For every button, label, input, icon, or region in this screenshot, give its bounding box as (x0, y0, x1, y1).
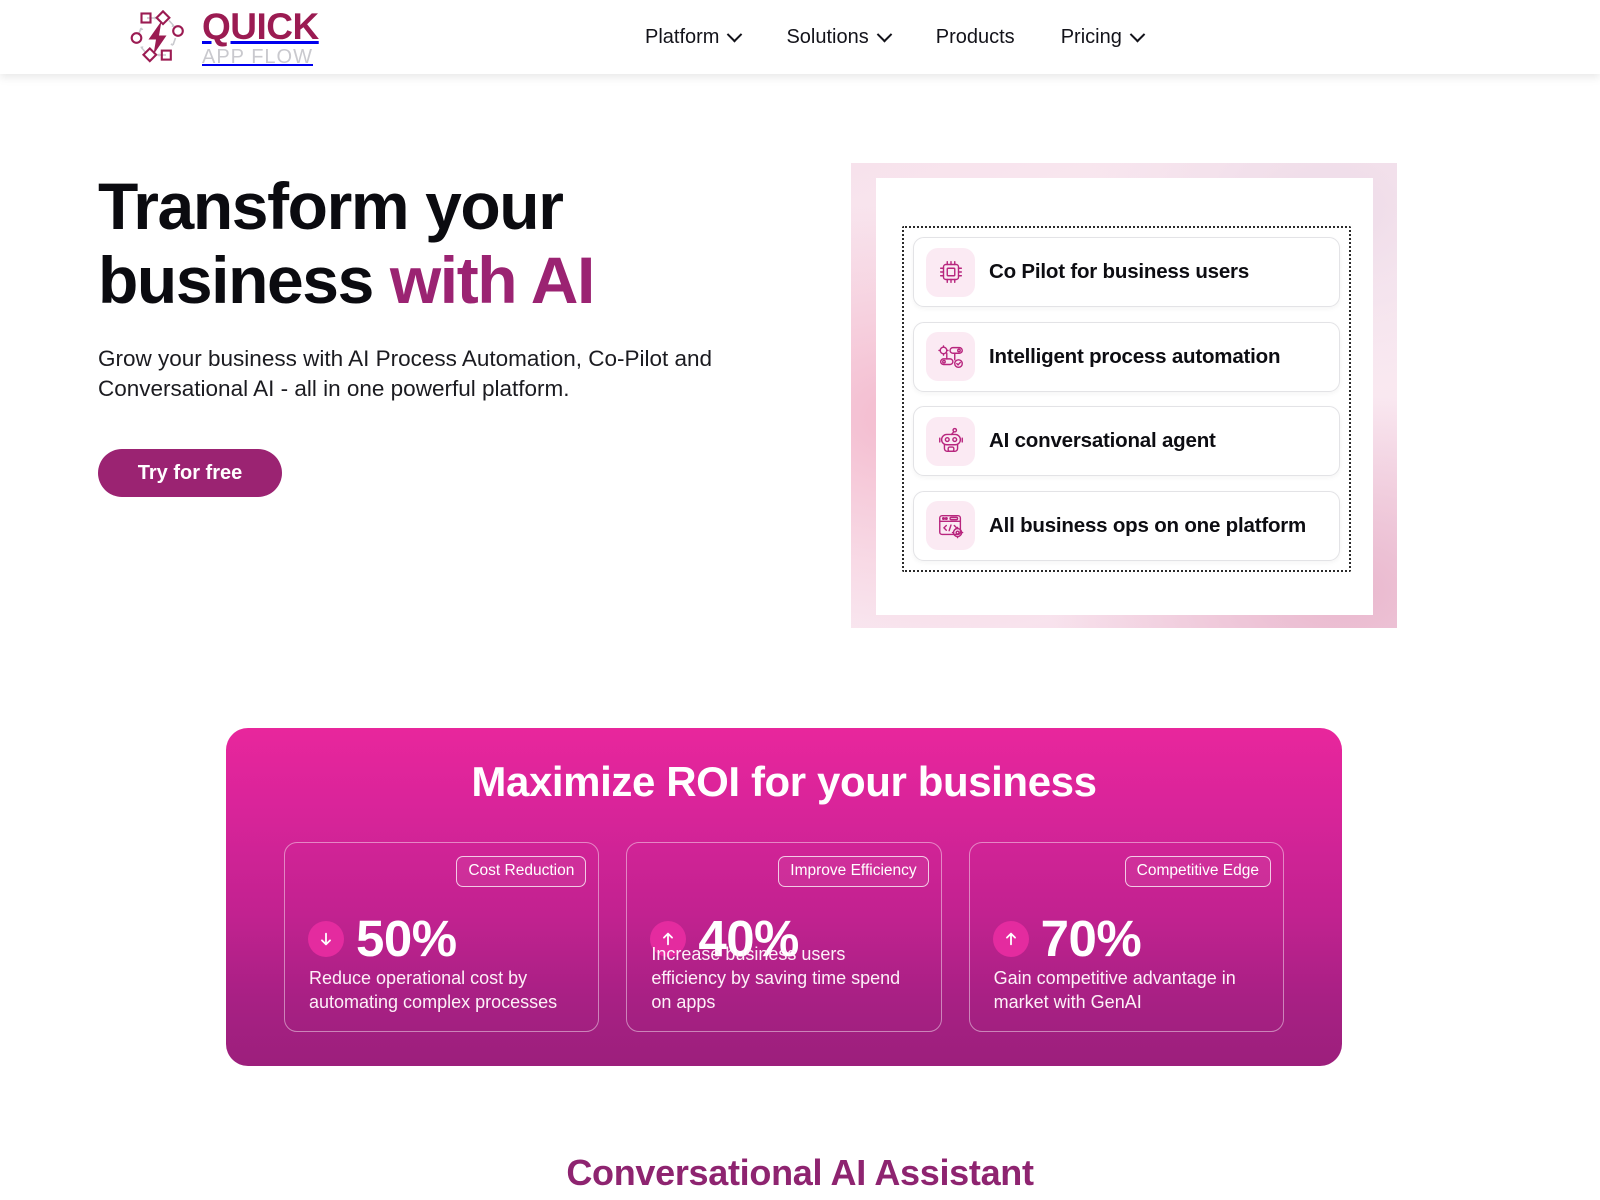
workflow-lightning-icon (128, 10, 188, 64)
roi-figure: 50% (308, 913, 457, 964)
roi-banner: Maximize ROI for your business Cost Redu… (226, 728, 1342, 1066)
hero-feature-label: All business ops on one platform (989, 513, 1307, 537)
roi-figure: 70% (992, 910, 1142, 967)
hero-feature-label: AI conversational agent (989, 429, 1216, 453)
next-section-title: Conversational AI Assistant (566, 1152, 1034, 1193)
process-flow-gear-icon (926, 332, 975, 382)
status-badge: Cost Reduction (456, 856, 587, 887)
arrow-down-icon (308, 920, 344, 957)
arrow-up-icon (992, 920, 1029, 957)
site-header: QUICK APP FLOW Platform Solutions Produc… (0, 0, 1600, 74)
logo-secondary-text: APP FLOW (202, 45, 313, 68)
ai-chip-icon (926, 247, 975, 297)
hero-section: Transform your business with AI Grow you… (0, 74, 1600, 714)
chevron-down-icon (1129, 26, 1146, 42)
browser-code-gear-icon (926, 501, 975, 551)
roi-percentage: 70% (1040, 910, 1142, 967)
roi-card-list: Cost Reduction 50% Reduce operational co… (284, 842, 1284, 1032)
logo-primary-text: QUICK (202, 5, 319, 47)
status-badge: Competitive Edge (1124, 856, 1271, 887)
nav-item-solutions[interactable]: Solutions (786, 25, 893, 49)
nav-label: Products (935, 25, 1015, 48)
roi-description: Gain competitive advantage in market wit… (993, 968, 1236, 1013)
hero-copy: Transform your business with AI Grow you… (98, 169, 798, 498)
hero-feature-row[interactable]: AI conversational agent (913, 406, 1340, 477)
nav-item-platform[interactable]: Platform (645, 25, 743, 49)
roi-title: Maximize ROI for your business (471, 758, 1097, 805)
hero-subtitle: Grow your business with AI Process Autom… (98, 345, 713, 401)
logo[interactable]: QUICK APP FLOW (128, 5, 319, 68)
hero-title-line1: Transform your (98, 169, 564, 243)
hero-title-accent: with AI (389, 242, 595, 317)
roi-stat-card: Competitive Edge 70% Gain competitive ad… (968, 842, 1284, 1032)
hero-feature-label: Co Pilot for business users (989, 260, 1250, 283)
hero-feature-list: Co Pilot for business users Intelligent … (913, 237, 1340, 561)
hero-feature-row[interactable]: Co Pilot for business users (913, 237, 1340, 307)
try-for-free-button[interactable]: Try for free (98, 449, 282, 498)
chevron-down-icon (727, 26, 743, 42)
status-badge: Improve Efficiency (778, 856, 929, 887)
page-title: Transform your business with AI (98, 169, 798, 318)
roi-stat-card: Improve Efficiency 40% Increase business… (626, 842, 942, 1032)
hero-illustration-card: Co Pilot for business users Intelligent … (876, 178, 1373, 615)
hero-title-line2: business (98, 242, 390, 317)
roi-description: Increase business users efficiency by sa… (651, 944, 901, 1013)
nav-item-pricing[interactable]: Pricing (1060, 25, 1146, 49)
hero-feature-label: Intelligent process automation (989, 344, 1281, 368)
dotted-frame: Co Pilot for business users Intelligent … (902, 226, 1351, 572)
nav-item-products[interactable]: Products (936, 26, 1015, 49)
nav-label: Solutions (786, 25, 869, 48)
roi-stat-card: Cost Reduction 50% Reduce operational co… (284, 842, 600, 1032)
nav-label: Platform (645, 25, 720, 48)
chevron-down-icon (876, 26, 893, 42)
roi-description: Reduce operational cost by automating co… (309, 968, 558, 1013)
hero-feature-row[interactable]: Intelligent process automation (913, 321, 1340, 392)
main-navigation: Platform Solutions Products Pricing (645, 0, 1146, 74)
nav-label: Pricing (1060, 25, 1122, 48)
roi-percentage: 50% (356, 910, 457, 967)
hero-illustration: Co Pilot for business users Intelligent … (851, 163, 1397, 628)
hero-feature-row[interactable]: All business ops on one platform (913, 490, 1340, 561)
robot-icon (926, 416, 975, 466)
